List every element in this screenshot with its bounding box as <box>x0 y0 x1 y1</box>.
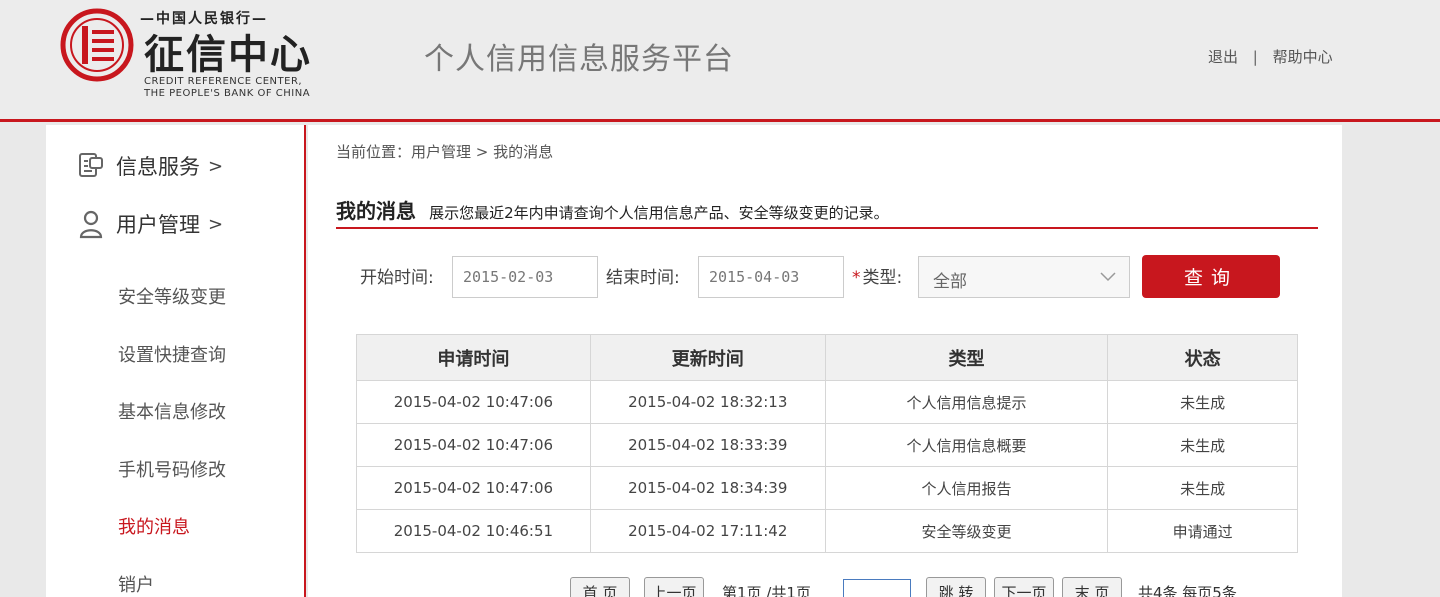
type-select[interactable]: 全部 <box>918 256 1130 298</box>
logout-link[interactable]: 退出 <box>1208 48 1238 66</box>
messages-table: 申请时间 更新时间 类型 状态 2015-04-02 10:47:06 2015… <box>356 334 1298 553</box>
cell-apply-time: 2015-04-02 10:47:06 <box>356 466 591 510</box>
breadcrumb: 当前位置：用户管理 > 我的消息 <box>336 143 554 161</box>
pagination-summary: 共4条 每页5条 <box>1138 584 1237 597</box>
main-content: 当前位置：用户管理 > 我的消息 我的消息 展示您最近2年内申请查询个人信用信息… <box>308 125 1342 597</box>
column-header-apply-time: 申请时间 <box>356 334 591 381</box>
cell-status: 未生成 <box>1107 466 1298 510</box>
sidebar-item-user-management[interactable]: 用户管理 > <box>78 209 223 239</box>
help-center-link[interactable]: 帮助中心 <box>1273 48 1333 66</box>
end-time-label: 结束时间: <box>606 268 680 288</box>
cell-update-time: 2015-04-02 18:32:13 <box>589 380 826 424</box>
page-description: 展示您最近2年内申请查询个人信用信息产品、安全等级变更的记录。 <box>429 204 889 222</box>
cell-type: 个人信用报告 <box>824 466 1109 510</box>
cell-status: 申请通过 <box>1107 509 1298 553</box>
cell-update-time: 2015-04-02 18:33:39 <box>589 423 826 467</box>
type-label-text: 类型: <box>862 268 903 288</box>
sidebar-item-my-messages[interactable]: 我的消息 <box>118 513 190 539</box>
credit-center-emblem-icon <box>60 8 134 82</box>
sidebar: 信息服务 > 用户管理 > 安全等级变更 设置快捷查询 基本信息修改 手机号码修… <box>46 125 306 597</box>
cell-apply-time: 2015-04-02 10:47:06 <box>356 380 591 424</box>
cell-status: 未生成 <box>1107 423 1298 467</box>
prev-page-button[interactable]: 上一页 <box>644 577 704 597</box>
logo-english-line1: CREDIT REFERENCE CENTER, <box>144 76 303 87</box>
sidebar-item-label: 用户管理 <box>116 213 200 237</box>
table-row: 2015-04-02 10:47:06 2015-04-02 18:33:39 … <box>356 423 1298 467</box>
page-info: 第1页 /共1页 <box>722 584 811 597</box>
sidebar-item-quick-query[interactable]: 设置快捷查询 <box>118 341 226 367</box>
table-header-row: 申请时间 更新时间 类型 状态 <box>356 334 1298 381</box>
platform-title: 个人信用信息服务平台 <box>424 42 734 77</box>
type-label: * 类型: <box>852 263 902 288</box>
start-date-input[interactable] <box>452 256 598 298</box>
query-button[interactable]: 查询 <box>1142 255 1280 298</box>
chevron-down-icon <box>1087 257 1129 297</box>
cell-status: 未生成 <box>1107 380 1298 424</box>
sidebar-item-close-account[interactable]: 销户 <box>118 571 154 597</box>
logo-title: 征信中心 <box>144 31 312 78</box>
sidebar-item-label: 信息服务 <box>116 155 200 179</box>
link-separator: | <box>1252 48 1258 66</box>
user-icon <box>79 210 103 239</box>
end-date-input[interactable] <box>698 256 844 298</box>
next-page-button[interactable]: 下一页 <box>994 577 1054 597</box>
table-row: 2015-04-02 10:47:06 2015-04-02 18:32:13 … <box>356 380 1298 424</box>
chevron-right-icon: > <box>208 155 224 177</box>
last-page-button[interactable]: 末 页 <box>1062 577 1122 597</box>
page-header: —中国人民银行— 征信中心 CREDIT REFERENCE CENTER, T… <box>0 0 1440 122</box>
cell-update-time: 2015-04-02 17:11:42 <box>589 509 826 553</box>
table-row: 2015-04-02 10:47:06 2015-04-02 18:34:39 … <box>356 466 1298 510</box>
type-select-value: 全部 <box>933 272 967 292</box>
logo[interactable]: —中国人民银行— 征信中心 CREDIT REFERENCE CENTER, T… <box>60 6 340 102</box>
start-time-label: 开始时间: <box>360 268 434 288</box>
cell-apply-time: 2015-04-02 10:47:06 <box>356 423 591 467</box>
sidebar-item-basic-info[interactable]: 基本信息修改 <box>118 398 226 424</box>
cell-type: 个人信用信息概要 <box>824 423 1109 467</box>
sidebar-item-security-level[interactable]: 安全等级变更 <box>118 283 226 309</box>
first-page-button[interactable]: 首 页 <box>570 577 630 597</box>
column-header-type: 类型 <box>824 334 1109 381</box>
table-row: 2015-04-02 10:46:51 2015-04-02 17:11:42 … <box>356 509 1298 553</box>
cell-type: 个人信用信息提示 <box>824 380 1109 424</box>
cell-apply-time: 2015-04-02 10:46:51 <box>356 509 591 553</box>
sidebar-item-info-service[interactable]: 信息服务 > <box>78 151 223 181</box>
cell-update-time: 2015-04-02 18:34:39 <box>589 466 826 510</box>
sidebar-item-phone[interactable]: 手机号码修改 <box>118 456 226 482</box>
document-icon <box>79 153 103 177</box>
page-title: 我的消息 <box>336 199 416 223</box>
logo-english-line2: THE PEOPLE'S BANK OF CHINA <box>144 88 311 99</box>
section-header: 我的消息 展示您最近2年内申请查询个人信用信息产品、安全等级变更的记录。 <box>336 195 1318 229</box>
column-header-status: 状态 <box>1107 334 1298 381</box>
required-mark: * <box>852 268 861 288</box>
top-links: 退出 | 帮助中心 <box>1208 46 1333 67</box>
page-jump-input[interactable] <box>843 579 911 597</box>
jump-button[interactable]: 跳 转 <box>926 577 986 597</box>
cell-type: 安全等级变更 <box>824 509 1109 553</box>
column-header-update-time: 更新时间 <box>589 334 826 381</box>
chevron-right-icon: > <box>208 213 224 235</box>
